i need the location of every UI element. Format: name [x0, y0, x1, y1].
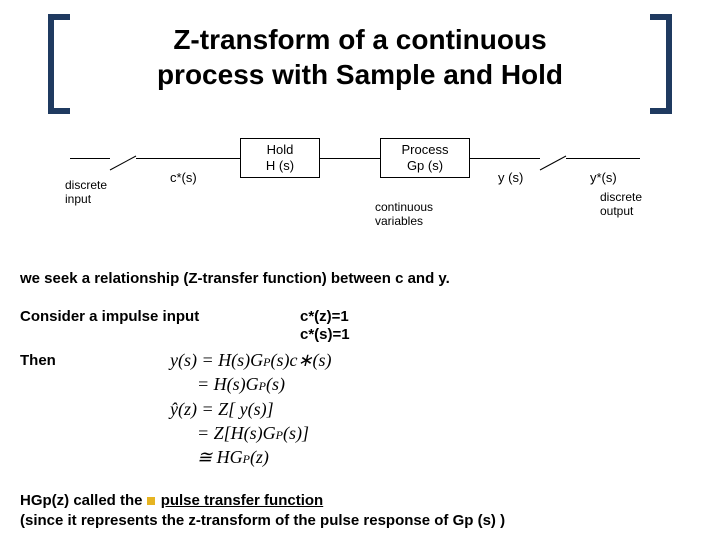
- hold-block: Hold H (s): [240, 138, 320, 178]
- wire: [70, 158, 110, 159]
- sampler-left-icon: [110, 158, 111, 159]
- bullet-icon: [147, 497, 155, 505]
- cont-vars-2: variables: [375, 214, 423, 228]
- hold-label-1: Hold: [267, 142, 294, 157]
- process-block: Process Gp (s): [380, 138, 470, 178]
- discrete-input-label: discrete input: [65, 178, 107, 206]
- title-line-1: Z-transform of a continuous: [173, 24, 546, 55]
- discrete-output-label: discrete output: [600, 190, 642, 218]
- cont-vars-1: continuous: [375, 200, 433, 214]
- c-star-label: c*(s): [170, 170, 197, 185]
- consider-impulse-text: Consider a impulse input: [20, 308, 199, 325]
- y-s-label: y (s): [498, 170, 523, 185]
- final-line-2: (since it represents the z-transform of …: [20, 512, 505, 529]
- title-line-2: process with Sample and Hold: [157, 59, 563, 90]
- process-label-1: Process: [402, 142, 449, 157]
- discrete-out-2: output: [600, 204, 633, 218]
- process-label-2: Gp (s): [407, 158, 443, 173]
- block-diagram: Hold H (s) Process Gp (s) discrete input…: [40, 130, 680, 260]
- slide: Z-transform of a continuous process with…: [0, 0, 720, 540]
- impulse-z-text: c*(z)=1: [300, 308, 349, 325]
- wire: [136, 158, 240, 159]
- sampler-right-icon: [540, 158, 541, 159]
- wire: [566, 158, 640, 159]
- then-text: Then: [20, 352, 56, 369]
- hold-label-2: H (s): [266, 158, 294, 173]
- discrete-in-2: input: [65, 192, 91, 206]
- y-star-label: y*(s): [590, 170, 617, 185]
- discrete-in-1: discrete: [65, 178, 107, 192]
- equation-block: y(s) = H(s)GP(s)c∗(s) = H(s)GP(s) ŷ(z) =…: [170, 348, 332, 469]
- continuous-vars-label: continuous variables: [375, 200, 433, 228]
- seek-relationship-text: we seek a relationship (Z-transfer funct…: [20, 270, 450, 287]
- discrete-out-1: discrete: [600, 190, 642, 204]
- wire: [320, 158, 380, 159]
- slide-title: Z-transform of a continuous process with…: [90, 22, 630, 92]
- wire: [470, 158, 540, 159]
- final-line-1: HGp(z) called the pulse transfer functio…: [20, 492, 323, 509]
- impulse-s-text: c*(s)=1: [300, 326, 350, 343]
- bracket-right-icon: [646, 14, 672, 114]
- final-pre: HGp(z) called the: [20, 492, 147, 509]
- bracket-left-icon: [48, 14, 74, 114]
- final-underlined: pulse transfer function: [161, 492, 324, 509]
